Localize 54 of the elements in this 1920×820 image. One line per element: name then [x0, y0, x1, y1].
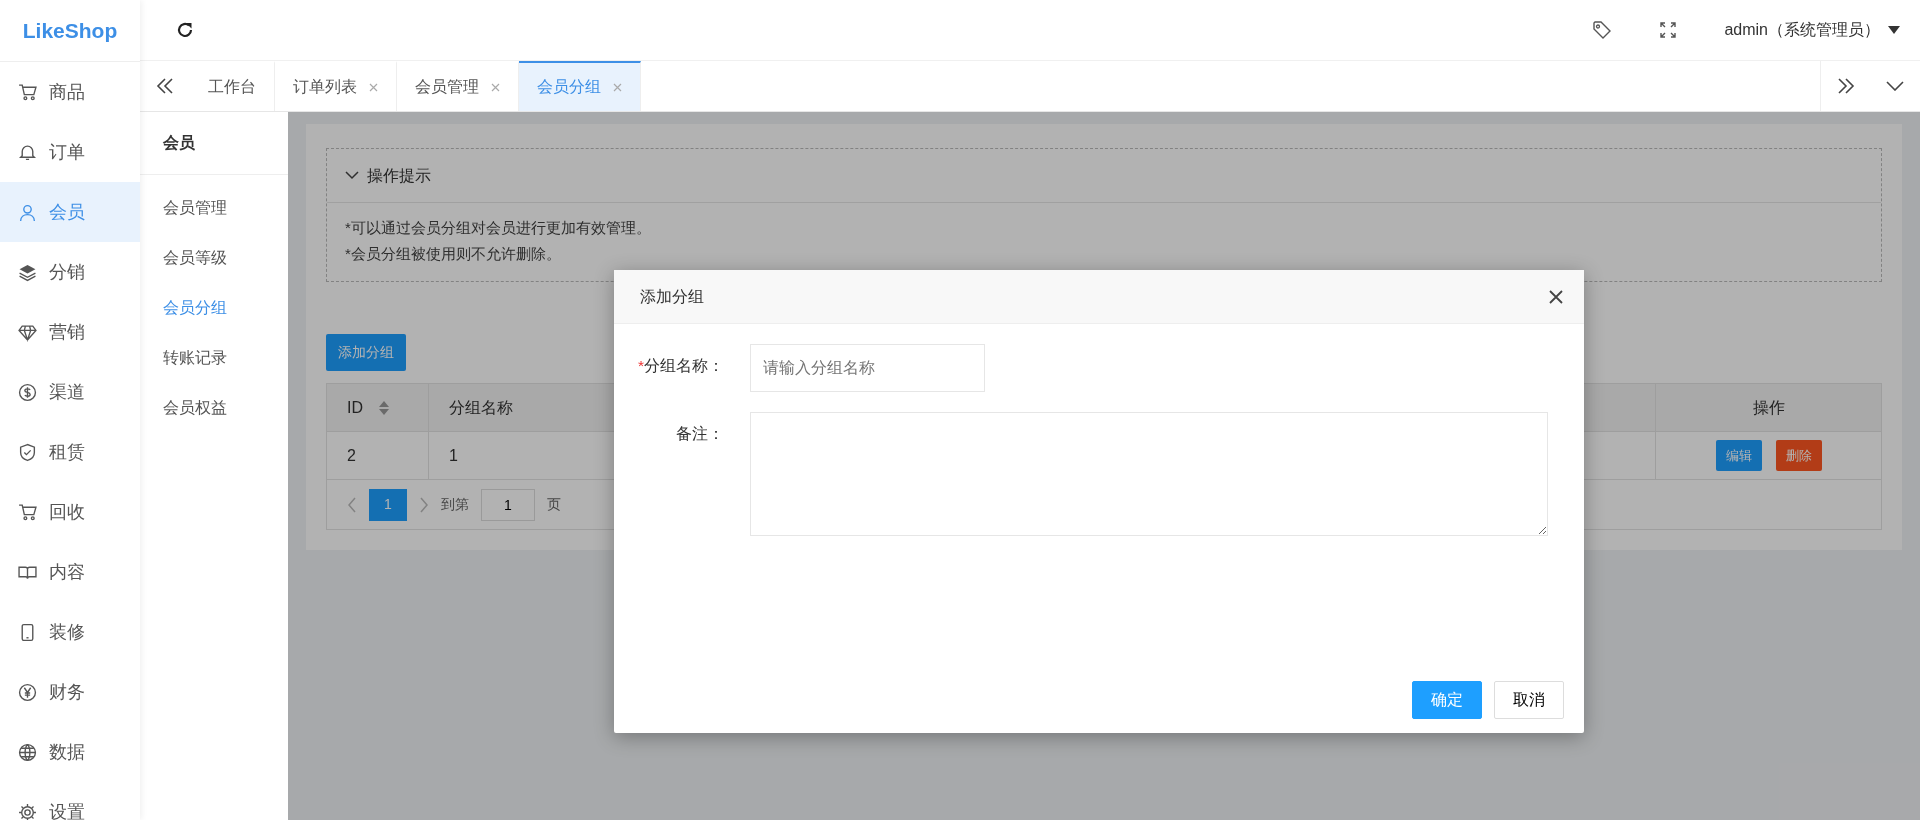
gear-icon	[18, 802, 37, 820]
user-icon	[18, 202, 37, 222]
sidebar-item[interactable]: 商品	[0, 62, 140, 122]
submenu-item[interactable]: 会员权益	[140, 383, 288, 433]
tab[interactable]: 订单列表	[275, 61, 397, 111]
diamond-icon	[18, 322, 37, 342]
layers-icon	[18, 262, 37, 282]
column-header[interactable]: ID	[326, 383, 429, 432]
tip-text: *可以通过会员分组对会员进行更加有效管理。	[345, 218, 652, 238]
caret-icon[interactable]	[1888, 26, 1900, 34]
chevron-down-icon[interactable]	[1886, 81, 1904, 91]
dollar-icon	[18, 382, 37, 402]
sidebar-item[interactable]: 设置	[0, 782, 140, 820]
tips-header[interactable]: 操作提示	[327, 149, 1881, 203]
page-input[interactable]: 1	[481, 488, 535, 521]
cancel-button[interactable]: 取消	[1494, 681, 1564, 719]
sidebar-item[interactable]: 分销	[0, 242, 140, 302]
sidebar-item[interactable]: 租赁	[0, 422, 140, 482]
sidebar-item[interactable]: 装修	[0, 602, 140, 662]
sidebar-item[interactable]: 回收	[0, 482, 140, 542]
double-chevron-right-icon[interactable]	[1836, 78, 1855, 94]
table-cell: 2	[326, 431, 429, 480]
user-name[interactable]: admin（系统管理员）	[1724, 18, 1880, 42]
bell-icon	[18, 142, 37, 162]
tips-title: 操作提示	[367, 165, 431, 186]
yen-icon	[18, 682, 37, 702]
submenu-item[interactable]: 会员管理	[140, 183, 288, 233]
sidebar-item[interactable]: 数据	[0, 722, 140, 782]
cart-icon	[18, 502, 37, 522]
input-field[interactable]: 请输入分组名称	[750, 344, 985, 392]
column-header: 操作	[1655, 383, 1882, 432]
sidebar-item[interactable]: 订单	[0, 122, 140, 182]
submenu-item[interactable]: 转账记录	[140, 333, 288, 383]
sidebar-item[interactable]: 渠道	[0, 362, 140, 422]
sidebar-item[interactable]: 营销	[0, 302, 140, 362]
submenu-item[interactable]: 会员等级	[140, 233, 288, 283]
sidebar-item[interactable]: 内容	[0, 542, 140, 602]
globe-icon	[18, 742, 37, 762]
goto-label: 到第	[441, 495, 469, 514]
field-label: *分组名称：	[636, 356, 724, 376]
page-label: 页	[547, 495, 561, 514]
shield-icon	[18, 442, 37, 462]
double-chevron-left-icon[interactable]	[156, 78, 174, 94]
dialog-title: 添加分组	[640, 286, 704, 307]
tab[interactable]: 工作台	[190, 61, 275, 111]
logo: LikeShop	[0, 0, 140, 62]
refresh-icon[interactable]	[175, 20, 195, 40]
fullscreen-icon[interactable]	[1660, 22, 1677, 38]
submenu-item[interactable]: 会员分组	[140, 283, 288, 333]
sidebar-item[interactable]: 财务	[0, 662, 140, 722]
cart-icon	[18, 82, 37, 102]
tip-text: *会员分组被使用则不允许删除。	[345, 244, 562, 264]
tag-icon[interactable]	[1592, 20, 1613, 40]
close-icon[interactable]	[1548, 288, 1564, 305]
